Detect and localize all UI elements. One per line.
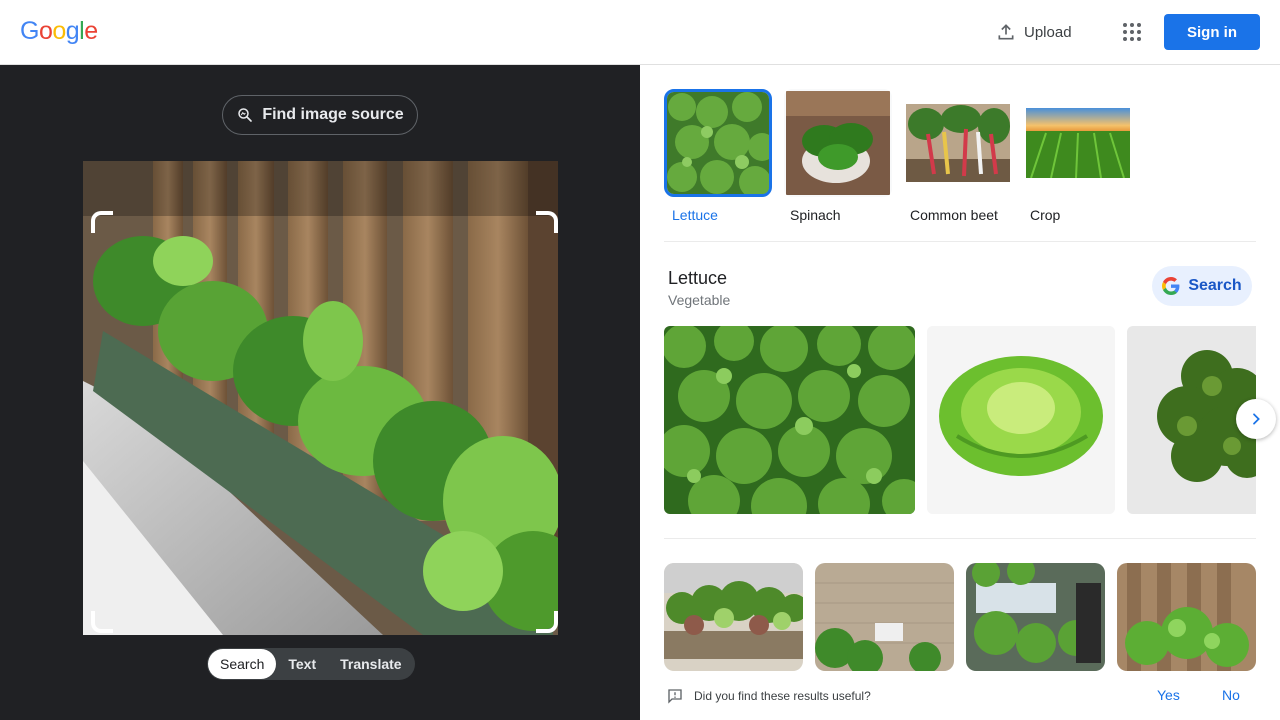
chip-label: Common beet	[910, 207, 998, 223]
chip-label: Crop	[1030, 207, 1061, 223]
sign-in-button[interactable]: Sign in	[1164, 14, 1260, 50]
entity-title: Lettuce	[668, 268, 728, 288]
entity-search-label: Search	[1188, 277, 1242, 294]
logo-letter: g	[65, 17, 80, 45]
section-divider	[664, 241, 1256, 242]
gallery-image[interactable]	[927, 326, 1115, 514]
upload-icon	[998, 24, 1014, 40]
chevron-right-icon	[1253, 413, 1260, 425]
chip-lettuce[interactable]: Lettuce	[664, 89, 772, 223]
chip-thumbnail	[904, 89, 1012, 197]
section-divider	[664, 538, 1256, 539]
lettuce-planter-photo	[83, 161, 558, 635]
logo-letter: o	[52, 17, 66, 45]
query-image-pane: Find image source Search Text Translate	[0, 65, 640, 720]
crop-handle-top-right[interactable]	[536, 211, 558, 233]
logo-letter: e	[84, 17, 98, 45]
lens-mode-tabs: Search Text Translate	[207, 648, 415, 680]
visual-match-image[interactable]	[815, 563, 954, 671]
logo-letter: G	[20, 17, 39, 45]
logo-letter: o	[38, 17, 53, 45]
find-source-label: Find image source	[262, 106, 404, 123]
crop-handle-bottom-left[interactable]	[91, 611, 113, 633]
visual-match-image[interactable]	[664, 563, 803, 671]
upload-button[interactable]: Upload	[986, 14, 1082, 50]
feedback-bar: Did you find these results useful? Yes N…	[640, 671, 1280, 720]
crop-handle-top-left[interactable]	[91, 211, 113, 233]
tab-text[interactable]: Text	[276, 649, 328, 679]
chip-thumbnail	[664, 89, 772, 197]
visual-match-image[interactable]	[966, 563, 1105, 671]
image-search-icon	[238, 108, 253, 122]
chip-common-beet[interactable]: Common beet	[904, 89, 1012, 223]
google-g-icon	[1162, 277, 1180, 295]
entity-image-gallery	[664, 326, 1256, 514]
entity-chips: Lettuce Spinach Common beet Crop	[664, 89, 1132, 223]
tab-translate[interactable]: Translate	[328, 649, 413, 679]
query-photo	[83, 161, 558, 635]
chip-label: Lettuce	[672, 207, 718, 223]
crop-handle-bottom-right[interactable]	[536, 611, 558, 633]
find-image-source-button[interactable]: Find image source	[222, 95, 418, 135]
apps-grid-icon[interactable]	[1116, 16, 1148, 48]
chip-crop[interactable]: Crop	[1024, 89, 1132, 223]
tab-search[interactable]: Search	[208, 649, 277, 679]
chip-thumbnail	[784, 89, 892, 197]
results-pane: Lettuce Spinach Common beet Crop Lettuce…	[640, 65, 1280, 720]
feedback-icon	[668, 689, 682, 704]
visual-matches	[664, 563, 1264, 671]
feedback-question: Did you find these results useful?	[694, 689, 871, 703]
top-header: Google Upload Sign in	[0, 0, 1280, 65]
feedback-no-button[interactable]: No	[1222, 687, 1240, 703]
upload-label: Upload	[1024, 23, 1072, 41]
feedback-yes-button[interactable]: Yes	[1157, 687, 1180, 703]
chip-thumbnail	[1024, 89, 1132, 197]
entity-subtitle: Vegetable	[668, 292, 731, 308]
gallery-next-button[interactable]	[1236, 399, 1276, 439]
chip-spinach[interactable]: Spinach	[784, 89, 892, 223]
chip-label: Spinach	[790, 207, 841, 223]
google-logo[interactable]: Google	[20, 17, 98, 46]
gallery-image[interactable]	[664, 326, 915, 514]
entity-search-button[interactable]: Search	[1152, 266, 1252, 306]
visual-match-image[interactable]	[1117, 563, 1256, 671]
